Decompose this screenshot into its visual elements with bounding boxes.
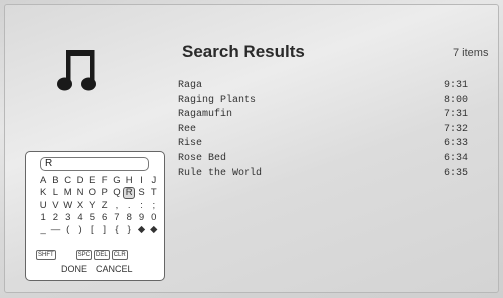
page-title: Search Results: [182, 42, 305, 61]
keyboard-key[interactable]: Y: [86, 200, 98, 212]
track-title: Raging Plants: [178, 94, 257, 106]
shift-key[interactable]: SHFT: [36, 250, 56, 260]
keyboard-row: 1234567890: [37, 212, 161, 224]
keyboard-key[interactable]: _: [37, 224, 49, 236]
track-title: Raga: [178, 80, 203, 91]
keyboard-key[interactable]: }: [123, 224, 135, 236]
keyboard-key[interactable]: Q: [111, 187, 123, 199]
keyboard-key[interactable]: ]: [98, 224, 110, 236]
keyboard-key[interactable]: T: [148, 187, 160, 199]
list-item[interactable]: Rise 6:33: [178, 137, 468, 152]
track-title: Ree: [178, 123, 197, 135]
keyboard-key[interactable]: 1: [37, 212, 49, 224]
delete-key[interactable]: DEL: [94, 250, 110, 260]
track-duration: 6:33: [443, 138, 468, 150]
keyboard-key[interactable]: ◆: [135, 224, 147, 236]
track-duration: 7:31: [443, 109, 468, 121]
keyboard-row: KLMNOPQRST: [37, 187, 161, 200]
keyboard-key[interactable]: O: [86, 187, 98, 199]
keyboard-key[interactable]: Z: [98, 200, 110, 212]
keyboard-key[interactable]: G: [111, 175, 123, 187]
keyboard-key[interactable]: J: [148, 175, 160, 187]
keyboard-key[interactable]: C: [62, 175, 74, 187]
keyboard-key[interactable]: [: [86, 224, 98, 236]
keyboard-actions: DONE CANCEL: [61, 264, 133, 274]
keyboard-key[interactable]: D: [74, 175, 86, 187]
track-duration: 9:31: [443, 80, 468, 91]
list-item[interactable]: Ree 7:32: [178, 123, 468, 138]
keyboard-key[interactable]: .: [123, 200, 135, 212]
track-duration: 7:32: [443, 123, 468, 135]
keyboard-key[interactable]: (: [62, 224, 74, 236]
keyboard-key[interactable]: M: [62, 187, 74, 199]
keyboard-key[interactable]: L: [49, 187, 61, 199]
keyboard-key[interactable]: X: [74, 200, 86, 212]
list-item[interactable]: Rule the World 6:35: [178, 167, 468, 182]
keyboard-key[interactable]: U: [37, 200, 49, 212]
keyboard-key[interactable]: ◆: [148, 224, 160, 236]
list-item[interactable]: Rose Bed 6:34: [178, 152, 468, 167]
function-keys: SHFT SPC DEL CLR: [36, 250, 130, 260]
list-item[interactable]: Raga 9:31: [178, 79, 468, 94]
keyboard-grid: A B C D E F G H I J K L M N O P Q R S T U V W X Y Z,.:; 1 2 3 4 5 6 7 8 9 0…: [37, 175, 161, 236]
keyboard-key[interactable]: S: [135, 187, 147, 199]
keyboard-key[interactable]: H: [123, 175, 135, 187]
keyboard-key[interactable]: ,: [111, 200, 123, 212]
track-duration: 6:35: [443, 167, 468, 179]
keyboard-key[interactable]: 6: [98, 212, 110, 224]
keyboard-key[interactable]: A: [37, 175, 49, 187]
keyboard-key[interactable]: F: [98, 175, 110, 187]
space-key[interactable]: SPC: [75, 250, 93, 260]
keyboard-key[interactable]: 4: [74, 212, 86, 224]
keyboard-key[interactable]: N: [74, 187, 86, 199]
keyboard-key[interactable]: 0: [148, 212, 160, 224]
done-button[interactable]: DONE: [61, 264, 87, 274]
track-title: Rule the World: [178, 167, 263, 179]
search-input[interactable]: R: [40, 157, 149, 171]
keyboard-key[interactable]: K: [37, 187, 49, 199]
list-item[interactable]: Ragamufin 7:31: [178, 108, 468, 123]
keyboard-key[interactable]: 8: [123, 212, 135, 224]
keyboard-key[interactable]: 5: [86, 212, 98, 224]
keyboard-key[interactable]: E: [86, 175, 98, 187]
keyboard-key[interactable]: V: [49, 200, 61, 212]
keyboard-key[interactable]: 3: [62, 212, 74, 224]
keyboard-row: ABCDEFGHIJ: [37, 175, 161, 187]
clear-key[interactable]: CLR: [111, 250, 128, 260]
results-list: Raga 9:31 Raging Plants 8:00 Ragamufin 7:31…: [178, 79, 468, 181]
cancel-button[interactable]: CANCEL: [96, 264, 133, 274]
track-title: Rise: [178, 138, 203, 150]
onscreen-keyboard: R A B C D E F G H I J K L M N O P Q R S T U V W X Y Z,.:; 1 2 3 4 5 6 7 8…: [25, 151, 165, 281]
keyboard-key[interactable]: {: [111, 224, 123, 236]
keyboard-key[interactable]: 2: [49, 212, 61, 224]
track-title: Rose Bed: [178, 152, 227, 164]
keyboard-key[interactable]: ;: [148, 200, 160, 212]
list-item[interactable]: Raging Plants 8:00: [178, 94, 468, 109]
keyboard-key[interactable]: W: [62, 200, 74, 212]
track-duration: 6:34: [443, 152, 468, 164]
keyboard-key[interactable]: I: [135, 175, 147, 187]
track-title: Ragamufin: [178, 109, 233, 121]
keyboard-row: U V W X Y Z,.:;: [37, 200, 161, 212]
music-note-icon: [57, 50, 96, 91]
keyboard-key[interactable]: R: [123, 187, 136, 200]
screen-frame: Search Results 7 items Raga 9:31 Raging P…: [4, 4, 499, 293]
keyboard-key[interactable]: 9: [135, 212, 147, 224]
keyboard-key[interactable]: P: [98, 187, 110, 199]
keyboard-key[interactable]: :: [135, 200, 147, 212]
keyboard-key[interactable]: ): [74, 224, 86, 236]
keyboard-key[interactable]: —: [49, 224, 61, 236]
keyboard-row: _ —()[]{} ◆ ◆: [37, 224, 161, 236]
keyboard-key[interactable]: B: [49, 175, 61, 187]
keyboard-key[interactable]: 7: [111, 212, 123, 224]
item-count: 7 items: [453, 47, 489, 59]
track-duration: 8:00: [443, 94, 468, 106]
